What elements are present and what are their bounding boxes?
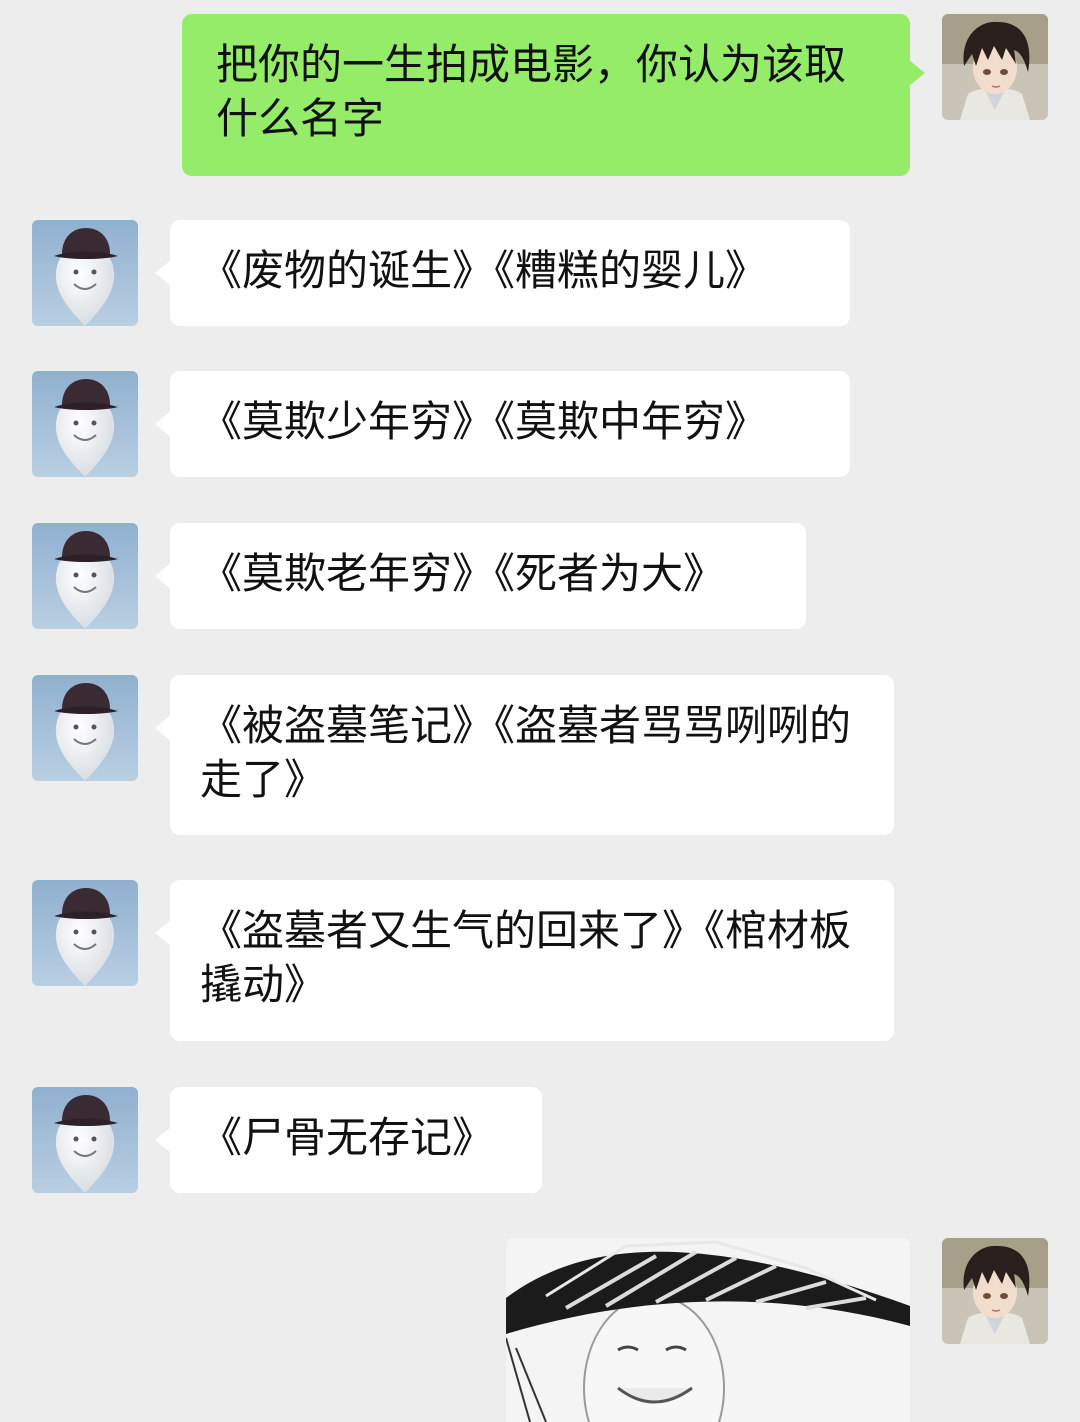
reply-bubble[interactable]: 《莫欺老年穷》《死者为大》 — [155, 523, 806, 629]
reply-bubble[interactable]: 《莫欺少年穷》《莫欺中年穷》 — [155, 371, 850, 477]
reply-text: 《尸骨无存记》 — [200, 1113, 495, 1162]
smiley-balloon-hat-avatar-icon — [32, 1087, 138, 1193]
reply-text: 《废物的诞生》《糟糕的婴儿》 — [200, 246, 768, 295]
reply-bubble[interactable]: 《盗墓者又生气的回来了》《棺材板撬动》 — [155, 880, 894, 1041]
smiley-balloon-hat-avatar-icon — [32, 523, 138, 629]
my-avatar[interactable] — [942, 1238, 1048, 1344]
smiley-balloon-hat-avatar-icon — [32, 371, 138, 477]
reply-text: 《被盗墓笔记》《盗墓者骂骂咧咧的走了》 — [200, 701, 852, 804]
friend-avatar[interactable] — [32, 880, 138, 986]
smiley-balloon-hat-avatar-icon — [32, 675, 138, 781]
reply-bubble[interactable]: 《被盗墓笔记》《盗墓者骂骂咧咧的走了》 — [155, 675, 894, 835]
reply-text: 《盗墓者又生气的回来了》《棺材板撬动》 — [200, 906, 852, 1009]
friend-avatar[interactable] — [32, 675, 138, 781]
reply-bubble[interactable]: 《尸骨无存记》 — [155, 1087, 542, 1193]
sticker-image[interactable] — [506, 1238, 910, 1422]
my-avatar[interactable] — [942, 14, 1048, 120]
anime-boy-avatar-icon — [942, 1238, 1048, 1344]
friend-avatar[interactable] — [32, 1087, 138, 1193]
friend-avatar[interactable] — [32, 371, 138, 477]
reply-text: 《莫欺老年穷》《死者为大》 — [200, 549, 726, 598]
outgoing-message-bubble[interactable]: 把你的一生拍成电影，你认为该取什么名字 — [182, 14, 925, 176]
smiley-balloon-hat-avatar-icon — [32, 220, 138, 326]
friend-avatar[interactable] — [32, 523, 138, 629]
anime-boy-avatar-icon — [942, 14, 1048, 120]
reply-text: 《莫欺少年穷》《莫欺中年穷》 — [200, 397, 768, 446]
smiley-balloon-hat-avatar-icon — [32, 880, 138, 986]
friend-avatar[interactable] — [32, 220, 138, 326]
outgoing-message-text: 把你的一生拍成电影，你认为该取什么名字 — [216, 40, 847, 143]
straw-hat-smiling-face-meme — [506, 1238, 910, 1422]
reply-bubble[interactable]: 《废物的诞生》《糟糕的婴儿》 — [155, 220, 850, 326]
